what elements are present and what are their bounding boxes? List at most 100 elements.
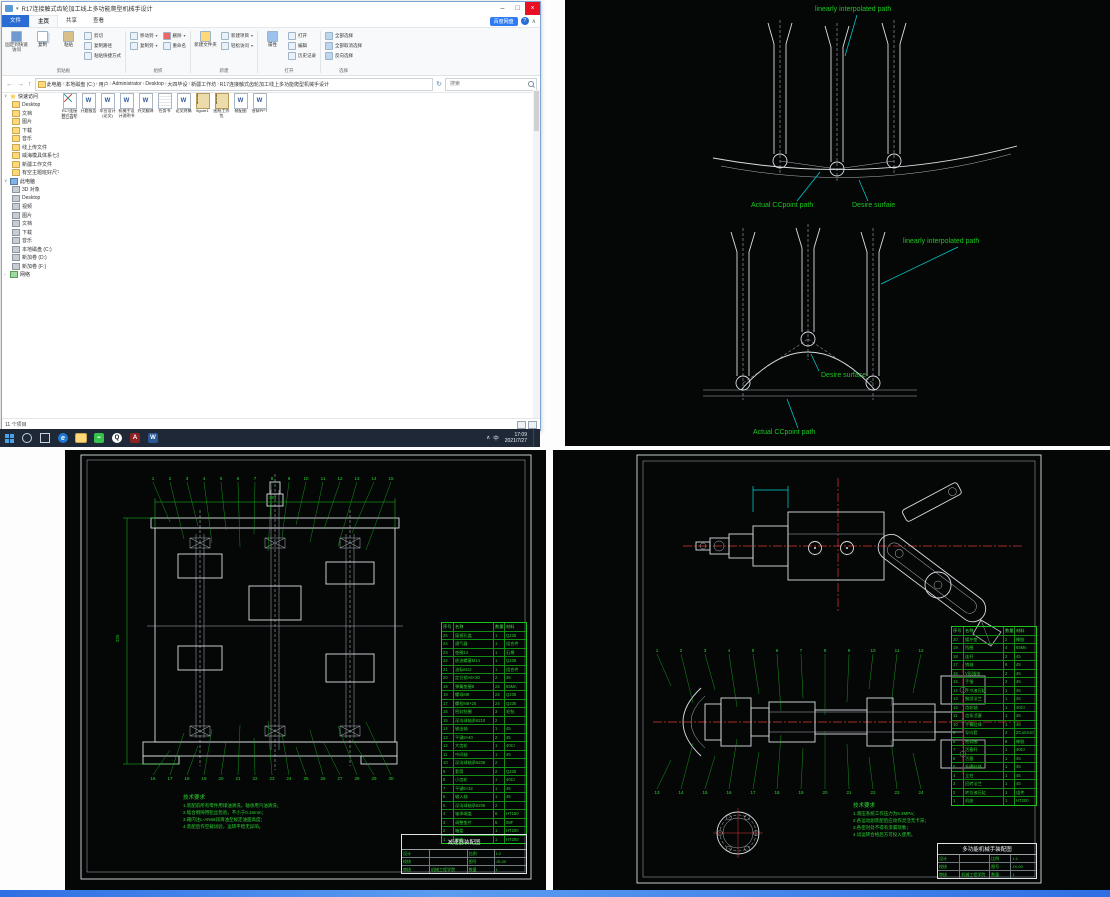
tab-share[interactable]: 共享 — [58, 15, 85, 27]
breadcrumb-segment[interactable]: R17连接触式齿轮加工线上多功能爬型机械手设计 — [220, 81, 329, 88]
search-box[interactable] — [445, 77, 537, 91]
tab-view[interactable]: 查看 — [85, 15, 112, 27]
edit-button[interactable]: 编辑 — [286, 41, 318, 50]
sidebar-item[interactable]: 视频 — [2, 203, 59, 212]
sidebar-item[interactable]: 新加卷 (D:) — [2, 254, 59, 263]
breadcrumb-segment[interactable]: 本地磁盘 (C:) — [65, 81, 95, 88]
sidebar-quick-access[interactable]: ∨ 快速访问 — [2, 92, 59, 101]
sidebar-item[interactable]: 文档 — [2, 109, 59, 118]
file-item[interactable]: 毕业设计(论文) — [98, 93, 117, 119]
file-item[interactable]: 装配图 — [231, 93, 250, 119]
sidebar-item[interactable]: 下载 — [2, 126, 59, 135]
properties-button[interactable]: 属性 — [260, 29, 285, 50]
breadcrumb[interactable]: 此电脑 › 本地磁盘 (C:) › 用户 › Administrator › Desktop › 大… — [34, 77, 434, 91]
edge-browser-icon[interactable]: e — [54, 429, 72, 447]
sidebar-this-pc[interactable]: ∨ 此电脑 — [2, 177, 59, 186]
select-all-button[interactable]: 全部选择 — [323, 31, 364, 40]
file-item[interactable]: 图纸工作包 — [212, 93, 231, 119]
caret-icon[interactable]: ∨ — [4, 178, 8, 184]
word-app-icon[interactable]: W — [144, 429, 162, 447]
open-button[interactable]: 打开 — [286, 31, 318, 40]
sidebar-item[interactable]: 图片 — [2, 211, 59, 220]
sidebar-item[interactable]: 下载 — [2, 228, 59, 237]
breadcrumb-segment[interactable]: Administrator — [112, 81, 141, 87]
breadcrumb-segment[interactable]: 大四毕设 — [167, 81, 187, 88]
cad-app-icon[interactable]: A — [126, 429, 144, 447]
wechat-icon[interactable]: •• — [90, 429, 108, 447]
cut-button[interactable]: 剪切 — [82, 31, 123, 40]
sidebar-item[interactable]: 音乐 — [2, 135, 59, 144]
history-button[interactable]: 历史记录 — [286, 51, 318, 60]
copy-button[interactable]: 复制 — [30, 29, 55, 50]
tab-file[interactable]: 文件 — [2, 15, 30, 27]
start-button[interactable] — [0, 429, 18, 447]
paste-shortcut-button[interactable]: 粘贴快捷方式 — [82, 51, 123, 60]
sidebar-item[interactable]: 本地磁盘 (C:) — [2, 245, 59, 254]
taskbar-search-icon[interactable] — [18, 429, 36, 447]
file-item[interactable]: 论文终稿 — [174, 93, 193, 119]
breadcrumb-segment[interactable]: 新疆工作坊 — [191, 81, 216, 88]
sidebar-item[interactable]: Desktop — [2, 194, 59, 203]
file-item[interactable]: R17连接触式齿轮加工线上多功能爬型机械手设计图 — [60, 93, 79, 119]
ime-indicator[interactable]: 中 — [493, 434, 499, 442]
copy-path-button[interactable]: 复制路径 — [82, 41, 123, 50]
file-item[interactable]: 任务书 — [155, 93, 174, 119]
sidebar-item[interactable]: 图片 — [2, 118, 59, 127]
back-button[interactable]: ← — [5, 81, 14, 88]
maximize-button[interactable]: □ — [510, 2, 525, 15]
delete-button[interactable]: 删除 ▾ — [161, 31, 189, 40]
close-button[interactable]: × — [525, 2, 540, 15]
sidebar-item[interactable]: 威海模具体系七批工 — [2, 152, 59, 161]
minimize-button[interactable]: – — [495, 2, 510, 15]
qq-icon[interactable]: Q — [108, 429, 126, 447]
breadcrumb-segment[interactable]: Desktop — [145, 81, 163, 87]
forward-button[interactable]: → — [16, 81, 25, 88]
help-icon[interactable]: ? — [520, 17, 529, 25]
sidebar-item[interactable]: 新加卷 (F:) — [2, 262, 59, 271]
rename-button[interactable]: 重命名 — [161, 41, 189, 50]
thumbnail-view-icon[interactable] — [528, 420, 537, 429]
move-to-button[interactable]: 移动到 ▾ — [128, 31, 160, 40]
invert-selection-button[interactable]: 反向选择 — [323, 51, 364, 60]
list-view-icon[interactable] — [517, 420, 526, 429]
easy-access-button[interactable]: 轻松访问 ▾ — [219, 41, 255, 50]
vertical-scrollbar[interactable] — [533, 90, 540, 419]
tab-home[interactable]: 主页 — [29, 15, 59, 27]
new-folder-button[interactable]: 新建文件夹 — [193, 29, 218, 50]
up-button[interactable]: ↑ — [27, 81, 33, 88]
file-item[interactable]: 开题报告 — [79, 93, 98, 119]
paste-button[interactable]: 粘贴 — [56, 29, 81, 50]
caret-icon[interactable]: ∨ — [4, 93, 8, 99]
taskbar-clock[interactable]: 17:09 2021/7/27 — [502, 432, 530, 444]
quick-access-toolbar-caret-icon[interactable]: ▾ — [16, 6, 19, 12]
sidebar-item[interactable]: 有空主题班好尺寸全 — [2, 169, 59, 178]
search-input[interactable] — [448, 80, 528, 88]
sidebar-item[interactable]: 新疆工作文件 — [2, 160, 59, 169]
sidebar-item[interactable]: 线上传文件 — [2, 143, 59, 152]
task-view-icon[interactable] — [36, 429, 54, 447]
select-none-button[interactable]: 全部取消选择 — [323, 41, 364, 50]
file-item[interactable]: figure1 — [193, 93, 212, 119]
new-item-button[interactable]: 新建项目 ▾ — [219, 31, 255, 40]
sidebar-item[interactable]: 文档 — [2, 220, 59, 229]
sidebar-item[interactable]: Desktop — [2, 101, 59, 110]
baidu-netdisk-button[interactable]: 百度网盘 — [489, 16, 518, 26]
sidebar-item[interactable]: 3D 对象 — [2, 186, 59, 195]
file-item[interactable]: 机械手设计说明书 — [117, 93, 136, 119]
bom-cell: 手臂缸体 — [963, 720, 1003, 728]
file-item[interactable]: 外文翻译 — [136, 93, 155, 119]
caret-icon[interactable]: › — [4, 272, 8, 277]
file-item[interactable]: 答辩PPT — [250, 93, 269, 119]
refresh-icon[interactable]: ↻ — [435, 80, 443, 88]
file-explorer-icon[interactable] — [72, 429, 90, 447]
sidebar-item[interactable]: 音乐 — [2, 237, 59, 246]
tray-chevron-icon[interactable]: ∧ — [486, 435, 490, 441]
ribbon-collapse-icon[interactable]: ∧ — [532, 18, 536, 25]
copy-to-button[interactable]: 复制到 ▾ — [128, 41, 160, 50]
scrollbar-thumb[interactable] — [534, 91, 539, 131]
notification-edge[interactable] — [533, 429, 538, 447]
breadcrumb-segment[interactable]: 此电脑 — [47, 81, 62, 88]
breadcrumb-segment[interactable]: 用户 — [99, 81, 109, 88]
sidebar-network[interactable]: › 网络 — [2, 271, 59, 280]
pin-quick-access-button[interactable]: 固定到快速访问 — [4, 29, 29, 55]
